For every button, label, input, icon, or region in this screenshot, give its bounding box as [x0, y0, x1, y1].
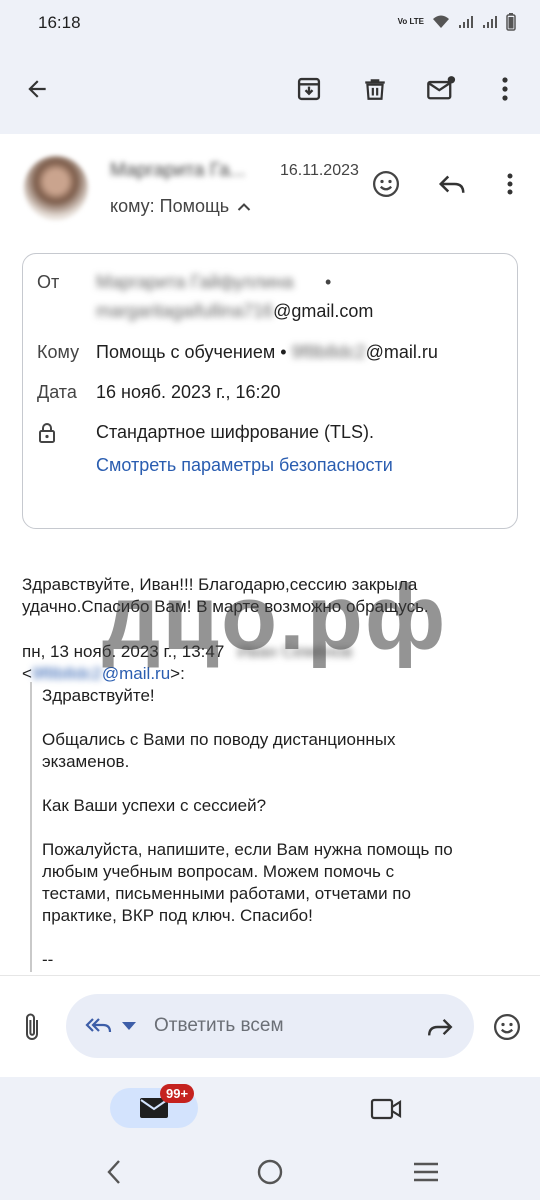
avatar[interactable] — [24, 156, 88, 220]
to-label: Кому — [37, 342, 80, 362]
quote-p3-line1: Пожалуйста, напишите, если Вам нужна пом… — [42, 840, 453, 859]
lock-icon — [37, 422, 57, 449]
from-label: От — [37, 272, 60, 292]
security-details-link[interactable]: Смотреть параметры безопасности — [96, 455, 393, 476]
message-details-card: От Маргарита Гайфуллина • margaritagaifu… — [22, 253, 518, 529]
quote-p1-line1: Общались с Вами по поводу дистанционных — [42, 730, 396, 749]
reply-all-placeholder[interactable]: Ответить всем — [154, 1015, 284, 1037]
battery-icon — [506, 13, 516, 31]
attach-icon[interactable] — [18, 1010, 46, 1044]
reply-all-icon — [85, 1018, 112, 1033]
unread-badge: 99+ — [160, 1084, 195, 1103]
emoji-icon[interactable] — [370, 168, 402, 200]
from-name: Маргарита Гайфуллина — [96, 272, 294, 292]
signature-separator: -- — [42, 950, 54, 969]
message-more-icon[interactable] — [494, 168, 526, 200]
status-bar: 16:18 Vo LTE — [0, 0, 540, 46]
quote-p3-line3: тестами, письменными работами, отчетами … — [42, 884, 411, 903]
archive-icon[interactable] — [292, 72, 326, 106]
delete-icon[interactable] — [358, 72, 392, 106]
quote-bar — [30, 682, 32, 972]
reply-mode-selector[interactable] — [84, 1012, 140, 1040]
quote-p1-line2: экзаменов. — [42, 752, 130, 771]
from-separator: • — [325, 272, 332, 292]
chevron-up-icon — [237, 202, 251, 211]
forward-icon[interactable] — [424, 1014, 456, 1040]
volte-indicator: Vo LTE — [397, 17, 424, 26]
date-label: Дата — [37, 382, 77, 402]
quote-p3-line2: любым учебным вопросам. Можем помочь с — [42, 862, 395, 881]
more-vert-icon[interactable] — [488, 72, 522, 106]
from-email-local: margaritagaifullina716 — [96, 301, 274, 321]
sender-name[interactable]: Маргарита Га... — [110, 160, 245, 182]
mark-unread-icon[interactable] — [424, 72, 458, 106]
quote-greeting: Здравствуйте! — [42, 686, 155, 705]
to-line-text: кому: Помощь — [110, 196, 230, 216]
quote-email-local[interactable]: 9f8b8dc2 — [32, 664, 102, 683]
to-email-domain: @mail.ru — [365, 342, 438, 362]
watermark: дцо.рф — [102, 567, 448, 669]
back-arrow-icon[interactable] — [20, 72, 54, 106]
quote-p2: Как Ваши успехи с сессией? — [42, 796, 267, 815]
top-app-bar — [0, 46, 540, 134]
nav-recents-icon[interactable] — [412, 1160, 440, 1184]
reply-emoji-icon[interactable] — [491, 1011, 523, 1043]
to-name: Помощь с обучением — [96, 342, 276, 362]
status-time: 16:18 — [38, 13, 81, 32]
date-value: 16 нояб. 2023 г., 16:20 — [96, 382, 281, 402]
nav-home-icon[interactable] — [256, 1158, 284, 1186]
nav-back-icon[interactable] — [102, 1158, 126, 1186]
to-email-local: 9f8b8dc2 — [291, 342, 366, 362]
dropdown-arrow-icon — [122, 1022, 136, 1030]
recipient-toggle[interactable]: кому: Помощь — [110, 196, 251, 217]
quote-p3-line4: практике, ВКР под ключ. Спасибо! — [42, 906, 313, 925]
wifi-icon — [433, 15, 449, 28]
from-email-domain: @gmail.com — [273, 301, 374, 321]
message-date: 16.11.2023 — [280, 162, 359, 179]
status-icons: Vo LTE — [398, 13, 516, 31]
encryption-text: Стандартное шифрование (TLS). — [96, 422, 375, 442]
signal-icon — [459, 16, 473, 28]
from-email[interactable]: margaritagaifullina716@gmail.com — [96, 301, 373, 322]
video-icon[interactable] — [370, 1097, 402, 1121]
to-recipient[interactable]: Помощь с обучением • 9f8b8dc2@mail.ru — [96, 342, 438, 363]
reply-icon[interactable] — [436, 168, 468, 200]
signal-icon-2 — [483, 16, 497, 28]
